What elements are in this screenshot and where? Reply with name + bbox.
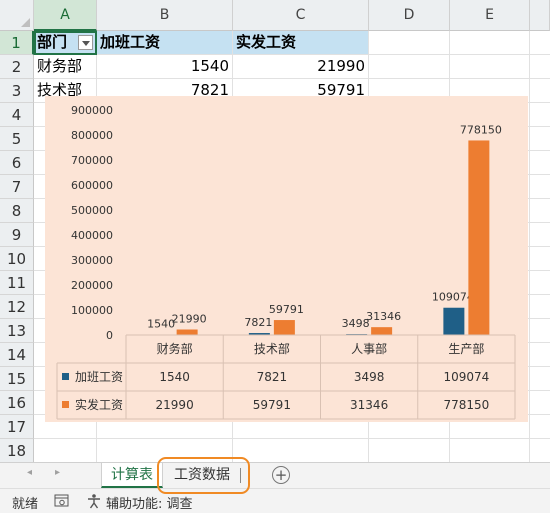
legend-label: 加班工资 [75,370,123,384]
next-sheet-icon[interactable]: ▸ [55,467,60,478]
data-label: 59791 [269,303,304,316]
data-table-value: 21990 [156,398,194,412]
y-tick-label: 300000 [71,254,113,267]
row-header-15[interactable]: 15 [0,367,34,391]
spreadsheet-grid[interactable]: A B C D E 1 2 3 4 5 6 7 8 9 10 11 12 13 14 15 16 17 18 部门… [0,0,550,462]
row-header-3[interactable]: 3 [0,79,34,103]
y-tick-label: 900000 [71,104,113,117]
data-label: 21990 [172,313,207,326]
row-header-16[interactable]: 16 [0,391,34,415]
sheet-tab-calc[interactable]: 计算表 [101,463,163,488]
row-header-1[interactable]: 1 [0,31,34,55]
prev-sheet-icon[interactable]: ◂ [27,467,32,478]
data-table-value: 59791 [253,398,291,412]
data-table-value: 31346 [350,398,388,412]
bar-salary [468,140,490,335]
cell-c1[interactable]: 实发工资 [233,31,369,55]
cell-a1[interactable]: 部门 [34,31,97,55]
data-label: 31346 [366,310,401,323]
row-header-7[interactable]: 7 [0,175,34,199]
data-table-value: 778150 [443,398,489,412]
data-table-value: 3498 [354,370,385,384]
sheet-tab-bar: ◂ ▸ 计算表 工资数据 + [0,462,550,488]
row-header-17[interactable]: 17 [0,415,34,439]
row-header-10[interactable]: 10 [0,247,34,271]
row-header-2[interactable]: 2 [0,55,34,79]
category-label: 财务部 [157,341,193,356]
column-chart[interactable]: 0 100000 200000 300000 400000 500000 600000 700… [45,96,528,422]
status-accessibility[interactable]: 辅助功能: 调查 [106,493,193,512]
row-header-18[interactable]: 18 [0,439,34,462]
column-header-f[interactable] [530,0,550,31]
accessibility-icon[interactable] [86,493,102,509]
category-label: 技术部 [254,341,290,356]
tab-separator [240,468,241,483]
y-tick-label: 600000 [71,179,113,192]
legend-key-overtime [62,373,69,380]
grid-line [529,31,530,462]
cell-a2[interactable]: 财务部 [34,55,97,79]
row-header-11[interactable]: 11 [0,271,34,295]
row-header-8[interactable]: 8 [0,199,34,223]
column-header-b[interactable]: B [97,0,233,31]
y-tick-label: 500000 [71,204,113,217]
legend-label: 实发工资 [75,397,123,412]
y-tick-label: 100000 [71,304,113,317]
row-header-12[interactable]: 12 [0,295,34,319]
bar-salary [371,327,393,335]
category-label: 人事部 [351,341,387,356]
data-table-value: 109074 [443,370,489,384]
category-label: 生产部 [448,341,484,356]
legend-key-salary [62,401,69,408]
sheet-tab-salary[interactable]: 工资数据 [164,463,240,488]
row-header-4[interactable]: 4 [0,103,34,127]
data-label: 778150 [460,123,502,136]
column-header-e[interactable]: E [450,0,530,31]
column-header-a[interactable]: A [34,0,97,31]
y-tick-label: 0 [106,329,113,342]
cell-c2[interactable]: 21990 [233,55,369,79]
bar-overtime [443,307,465,335]
filter-dropdown-button[interactable] [78,35,93,50]
status-ready: 就绪 [12,497,39,512]
add-sheet-button[interactable]: + [272,466,290,484]
y-tick-label: 400000 [71,229,113,242]
row-header-5[interactable]: 5 [0,127,34,151]
data-label: 109074 [432,291,474,304]
y-tick-label: 700000 [71,154,113,167]
row-header-6[interactable]: 6 [0,151,34,175]
data-table-value: 7821 [257,370,288,384]
y-tick-label: 200000 [71,279,113,292]
grid-line [34,438,550,439]
bar-salary [273,320,295,335]
status-bar: 就绪 辅助功能: 调查 [0,488,550,513]
cell-b1[interactable]: 加班工资 [97,31,233,55]
cell-b2[interactable]: 1540 [97,55,233,79]
column-header-c[interactable]: C [233,0,369,31]
y-tick-label: 800000 [71,129,113,142]
chart-canvas: 0 100000 200000 300000 400000 500000 600000 700… [56,104,516,420]
column-header-d[interactable]: D [369,0,450,31]
row-header-9[interactable]: 9 [0,223,34,247]
header-dept: 部门 [37,33,68,51]
bar-salary [176,329,198,335]
row-header-14[interactable]: 14 [0,343,34,367]
macro-record-icon[interactable] [54,494,70,508]
data-table-value: 1540 [159,370,190,384]
select-all-corner[interactable] [0,0,34,31]
row-header-13[interactable]: 13 [0,319,34,343]
data-label: 7821 [244,316,272,329]
